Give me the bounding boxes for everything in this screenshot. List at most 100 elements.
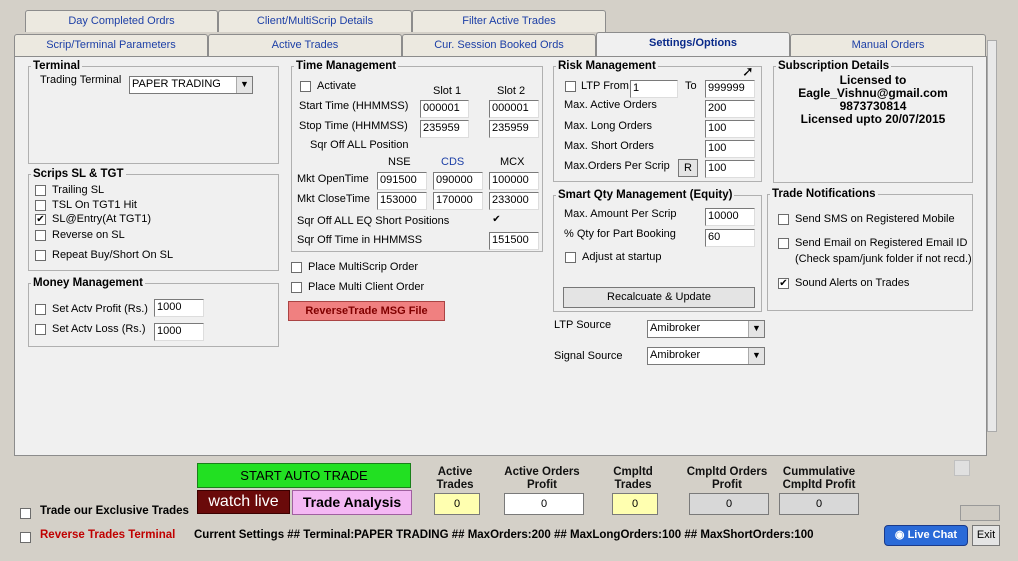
reverse-on-sl-checkbox[interactable] [35,230,46,241]
sl-entry-checkbox[interactable]: ✔ [35,214,46,225]
cds-label: CDS [441,156,465,168]
max-long-orders-label: Max. Long Orders [564,120,653,132]
sl-entry-label: SL@Entry(At TGT1) [52,213,151,225]
set-actv-loss-checkbox[interactable] [35,324,46,335]
tab-settings-options[interactable]: Settings/Options [596,32,790,56]
sound-alerts-checkbox[interactable]: ✔ [778,278,789,289]
reverse-trade-msg-file-button[interactable]: ReverseTrade MSG File [288,301,445,321]
trailing-sl-checkbox[interactable] [35,185,46,196]
set-actv-profit-input[interactable]: 1000 [154,299,204,317]
send-email-checkbox[interactable] [778,238,789,249]
tab-day-completed-ordrs[interactable]: Day Completed Ordrs [25,10,218,32]
max-orders-per-scrip-label: Max.Orders Per Scrip [564,160,670,172]
chevron-down-icon[interactable]: ▼ [748,348,764,364]
chat-bubble-icon: ◉ [894,529,905,541]
nse-label: NSE [388,156,411,168]
max-amount-per-scrip-input[interactable]: 10000 [705,208,755,226]
signal-source-select[interactable]: Amibroker ▼ [647,347,765,365]
close-cds-input[interactable]: 170000 [433,192,483,210]
reverse-trades-terminal-checkbox[interactable] [20,532,31,543]
send-sms-checkbox[interactable] [778,214,789,225]
stop-time-slot1-input[interactable]: 235959 [420,120,469,138]
multiscrip-order-checkbox[interactable] [291,262,302,273]
trade-analysis-button[interactable]: Trade Analysis [292,490,412,515]
tsl-on-tgt1-checkbox[interactable] [35,200,46,211]
chevron-down-icon[interactable]: ▼ [236,77,252,93]
reverse-trades-terminal-label: Reverse Trades Terminal [40,529,176,541]
cmpltd-orders-profit-label: Cmpltd Orders Profit [686,466,768,491]
tab-scrip-terminal-parameters[interactable]: Scrip/Terminal Parameters [14,34,208,56]
exclusive-trades-label: Trade our Exclusive Trades [40,505,189,517]
activate-label: Activate [317,80,357,92]
cmpltd-orders-profit-value: 0 [689,493,769,515]
ltp-to-input[interactable]: 999999 [705,80,755,98]
live-chat-button[interactable]: ◉ Live Chat [884,525,968,546]
open-mcx-input[interactable]: 100000 [489,172,539,190]
adjust-at-startup-label: Adjust at startup [582,251,662,263]
set-actv-profit-label: Set Actv Profit (Rs.) [52,303,148,315]
recalculate-update-button[interactable]: Recalcuate & Update [563,287,755,308]
stop-time-slot2-input[interactable]: 235959 [489,120,539,138]
open-cds-input[interactable]: 090000 [433,172,483,190]
max-active-orders-input[interactable]: 200 [705,100,755,118]
tab-cur-session-booked-ords[interactable]: Cur. Session Booked Ords [402,34,596,56]
signal-source-value: Amibroker [650,349,701,361]
ltp-from-input[interactable]: 1 [630,80,678,98]
exclusive-trades-checkbox[interactable] [20,508,31,519]
start-time-slot1-input[interactable]: 000001 [420,100,469,118]
activate-checkbox[interactable] [300,81,311,92]
smart-legend: Smart Qty Management (Equity) [558,189,733,201]
sqr-off-time-label: Sqr Off Time in HHMMSS [297,234,423,246]
current-settings-status: Current Settings ## Terminal:PAPER TRADI… [194,529,814,541]
slot1-label: Slot 1 [433,85,462,97]
watch-live-button[interactable]: watch live [197,490,290,514]
start-time-slot2-input[interactable]: 000001 [489,100,539,118]
set-actv-profit-checkbox[interactable] [35,304,46,315]
max-amount-per-scrip-label: Max. Amount Per Scrip [564,208,677,220]
reset-per-scrip-button[interactable]: R [678,159,698,177]
cumulative-profit-label: Cummulative Cmpltd Profit [782,466,856,491]
money-legend: Money Management [33,277,143,289]
multi-client-order-label: Place Multi Client Order [308,281,425,293]
open-nse-input[interactable]: 091500 [377,172,427,190]
sqr-off-eq-short-checkbox[interactable]: ✔ [491,215,502,226]
close-mcx-input[interactable]: 233000 [489,192,539,210]
mcx-label: MCX [500,156,525,168]
close-nse-input[interactable]: 153000 [377,192,427,210]
ltp-source-select[interactable]: Amibroker ▼ [647,320,765,338]
start-auto-trade-button[interactable]: START AUTO TRADE [197,463,411,488]
cmpltd-trades-label: Cmpltd Trades [613,466,653,491]
max-orders-per-scrip-input[interactable]: 100 [705,160,755,178]
repeat-buy-short-label: Repeat Buy/Short On SL [52,249,174,261]
max-long-orders-input[interactable]: 100 [705,120,755,138]
exit-button[interactable]: Exit [972,525,1000,546]
qty-part-booking-input[interactable]: 60 [705,229,755,247]
tab-filter-active-trades[interactable]: Filter Active Trades [412,10,606,32]
subscription-legend: Subscription Details [778,60,890,72]
multi-client-order-checkbox[interactable] [291,282,302,293]
mkt-open-time-label: Mkt OpenTime [297,173,369,185]
max-short-orders-input[interactable]: 100 [705,140,755,158]
status-box [960,505,1000,521]
adjust-at-startup-checkbox[interactable] [565,252,576,263]
trading-terminal-select[interactable]: PAPER TRADING ▼ [129,76,253,94]
ltp-from-checkbox[interactable] [565,81,576,92]
tab-manual-orders[interactable]: Manual Orders [790,34,986,56]
active-orders-profit-label: Active Orders Profit [504,466,580,491]
stop-time-label: Stop Time (HHMMSS) [299,120,408,132]
slot2-label: Slot 2 [497,85,526,97]
trade-notifications-group: Trade Notifications [767,188,973,311]
status-indicator [954,460,970,476]
repeat-buy-short-checkbox[interactable] [35,250,46,261]
tab-client-multiscrip-details[interactable]: Client/MultiScrip Details [218,10,412,32]
chevron-down-icon[interactable]: ▼ [748,321,764,337]
licensed-upto: Licensed upto 20/07/2015 [800,112,946,126]
send-email-label: Send Email on Registered Email ID [795,237,968,249]
sqr-off-time-input[interactable]: 151500 [489,232,539,250]
active-orders-profit-value: 0 [504,493,584,515]
active-trades-value: 0 [434,493,480,515]
tab-active-trades[interactable]: Active Trades [208,34,402,56]
set-actv-loss-input[interactable]: 1000 [154,323,204,341]
trading-terminal-value: PAPER TRADING [132,78,221,90]
vertical-scrollbar[interactable] [987,40,997,432]
